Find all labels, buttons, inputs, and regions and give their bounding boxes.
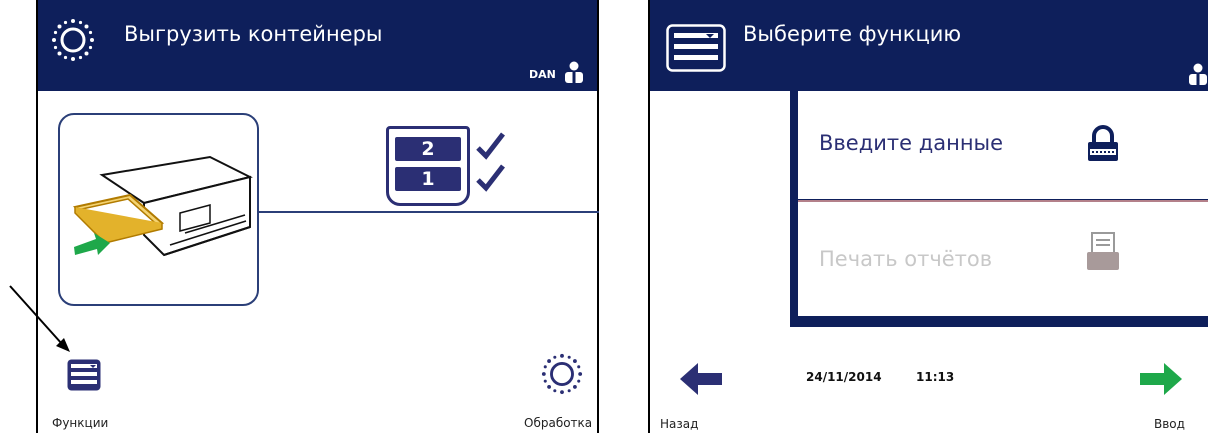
container-slot-2: 2 [395, 137, 461, 161]
analyzer-drawer-illustration [72, 155, 253, 257]
header-bar: Выгрузить контейнеры DAN [38, 0, 597, 91]
enter-button[interactable]: Ввод [1130, 355, 1208, 433]
checkmark-icon [476, 164, 505, 192]
screen-title: Выгрузить контейнеры [124, 22, 383, 46]
date-text: 24/11/2014 [806, 370, 882, 384]
containers-status: 2 1 [386, 126, 470, 206]
printer-icon [1087, 232, 1119, 270]
callout-arrow [9, 285, 70, 352]
process-sun-icon [541, 353, 583, 395]
lock-icon [1088, 125, 1118, 161]
container-number: 2 [421, 138, 435, 160]
functions-menu-icon [67, 359, 101, 391]
menu-item-label: Печать отчётов [819, 247, 993, 271]
user-name: DAN [529, 68, 556, 81]
back-label: Назад [660, 417, 699, 431]
user-icon [1189, 63, 1207, 85]
menu-item-enter-data[interactable]: Введите данные [798, 91, 1208, 199]
process-label: Обработка [524, 416, 593, 430]
function-menu-panel: Введите данные Печать отчётов [790, 91, 1208, 327]
screen-title: Выберите функцию [743, 22, 962, 46]
select-function-screen: Выберите функцию Введите данные Печать о… [648, 0, 1208, 433]
arrow-right-icon [1140, 363, 1182, 395]
analyzer-illustration-box [58, 113, 259, 306]
process-sun-icon [52, 19, 94, 61]
time-text: 11:13 [916, 370, 955, 384]
functions-label: Функции [52, 416, 109, 430]
checkmark-icon [476, 132, 505, 160]
enter-label: Ввод [1154, 417, 1185, 431]
connector-line [259, 211, 599, 213]
process-button[interactable]: Обработка [518, 352, 598, 433]
arrow-left-icon [680, 363, 722, 395]
functions-button[interactable]: Функции [48, 358, 118, 433]
unload-containers-screen: Выгрузить контейнеры DAN 2 1 Функции Обр… [36, 0, 599, 433]
functions-menu-icon [666, 24, 726, 72]
back-button[interactable]: Назад [660, 355, 740, 433]
menu-item-label: Введите данные [819, 131, 1004, 155]
menu-item-print-reports[interactable]: Печать отчётов [798, 202, 1208, 316]
header-bar: Выберите функцию [650, 0, 1208, 91]
user-icon [565, 61, 583, 83]
container-slot-1: 1 [395, 167, 461, 191]
container-number: 1 [421, 168, 435, 190]
